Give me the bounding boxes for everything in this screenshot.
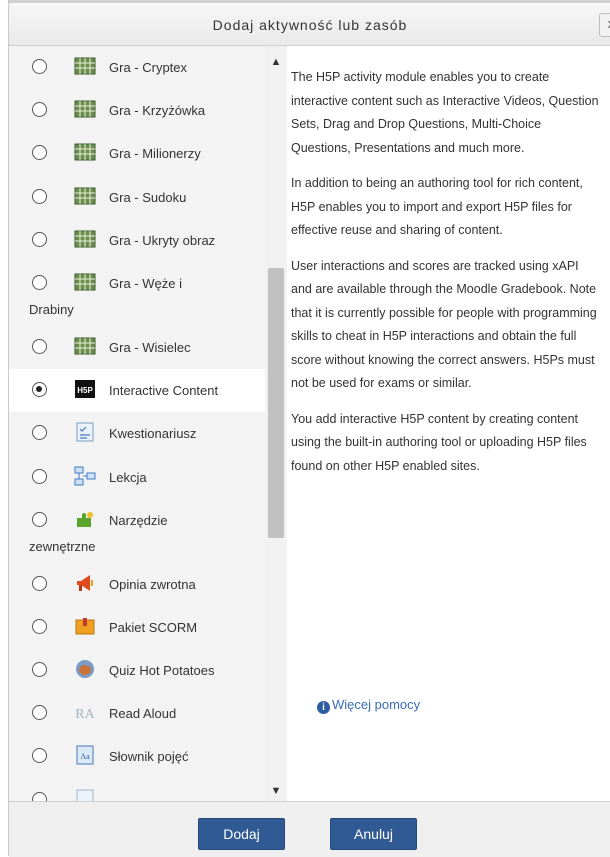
- description-paragraph: User interactions and scores are tracked…: [291, 258, 597, 391]
- radio-button[interactable]: [32, 102, 47, 118]
- list-item[interactable]: Gra - Sudoku: [9, 176, 265, 219]
- radio-button[interactable]: [32, 338, 47, 354]
- hot-potatoes-icon: [76, 660, 94, 679]
- activity-list: Gra - Cryptex Gra - Krzyżówka Gra - Mili…: [9, 46, 265, 801]
- list-item[interactable]: Gra - Ukryty obraz: [9, 219, 265, 262]
- glossary-icon: Aa: [76, 745, 94, 765]
- add-activity-dialog: Dodaj aktywność lub zasób x Gra - Crypte…: [8, 0, 610, 857]
- add-button[interactable]: Dodaj: [198, 818, 285, 850]
- activity-description: The H5P activity module enables you to c…: [291, 66, 601, 490]
- info-icon: i: [317, 701, 330, 714]
- list-item-selected[interactable]: H5P Interactive Content: [9, 369, 265, 413]
- list-item-label: Gra - Sudoku: [109, 189, 187, 205]
- list-item[interactable]: Gra - Krzyżówka: [9, 89, 265, 132]
- h5p-icon: H5P: [75, 380, 95, 399]
- list-item[interactable]: Gra - Cryptex: [9, 46, 265, 89]
- radio-button[interactable]: [32, 145, 47, 161]
- puzzle-icon: [77, 511, 93, 527]
- dialog-footer: Dodaj Anuluj: [9, 801, 610, 857]
- game-grid-icon: [74, 230, 96, 248]
- list-item-label: Gra - Węże i: [109, 275, 182, 291]
- list-item[interactable]: RA Read Aloud: [9, 692, 265, 735]
- megaphone-icon: [77, 574, 93, 591]
- list-item[interactable]: Aa Słownik pojęć: [9, 735, 265, 778]
- scorm-package-icon: [75, 617, 95, 635]
- list-item[interactable]: Gra - Milionerzy: [9, 132, 265, 175]
- scroll-up-icon[interactable]: ▲: [270, 56, 282, 68]
- radio-button[interactable]: [32, 662, 47, 678]
- close-button[interactable]: x: [599, 13, 610, 37]
- list-item-label: Opinia zwrotna: [109, 576, 196, 592]
- list-item-label: Gra - Krzyżówka: [109, 103, 206, 119]
- list-item-label: Gra - Cryptex: [109, 60, 188, 75]
- radio-button[interactable]: [32, 274, 47, 290]
- list-item-label: Narzędzie: [109, 512, 168, 528]
- dialog-titlebar: Dodaj aktywność lub zasób x: [9, 0, 610, 46]
- list-item-label: Lekcja: [109, 469, 147, 485]
- description-paragraph: In addition to being an authoring tool f…: [291, 176, 583, 237]
- game-grid-icon: [74, 273, 96, 291]
- radio-button[interactable]: [32, 748, 47, 764]
- list-item-label: Pakiet SCORM: [109, 619, 198, 635]
- list-item-label: Kwestionariusz: [109, 426, 197, 442]
- radio-button[interactable]: [32, 575, 47, 591]
- list-item-label: Quiz Hot Potatoes: [109, 663, 215, 679]
- list-item[interactable]: Narzędzie zewnętrzne: [9, 499, 265, 563]
- cancel-button[interactable]: Anuluj: [330, 818, 417, 850]
- list-item-label: Słownik pojęć: [109, 749, 189, 765]
- radio-button[interactable]: [32, 188, 47, 204]
- list-item[interactable]: Kwestionariusz: [9, 412, 265, 455]
- list-item[interactable]: Lekcja: [9, 456, 265, 499]
- read-aloud-icon: RA: [75, 707, 95, 722]
- list-item[interactable]: Quiz Hot Potatoes: [9, 649, 265, 692]
- radio-button[interactable]: [32, 231, 47, 247]
- radio-button[interactable]: [32, 468, 47, 484]
- more-help-link[interactable]: i Więcej pomocy: [317, 697, 420, 714]
- list-scrollbar[interactable]: ▲ ▼: [265, 46, 287, 801]
- game-grid-icon: [74, 187, 96, 205]
- list-item[interactable]: Gra - Wisielec: [9, 326, 265, 369]
- game-grid-icon: [74, 337, 96, 355]
- svg-text:Aa: Aa: [80, 752, 90, 761]
- partial-icon: [76, 789, 94, 801]
- description-paragraph: The H5P activity module enables you to c…: [291, 70, 599, 155]
- list-item-label: Gra - Wisielec: [109, 339, 191, 355]
- svg-text:RA: RA: [75, 707, 95, 722]
- radio-button[interactable]: [32, 59, 47, 74]
- more-help-label[interactable]: Więcej pomocy: [332, 697, 420, 712]
- list-item-label: Gra - Milionerzy: [109, 146, 201, 162]
- list-item[interactable]: Gra - Węże i Drabiny: [9, 262, 265, 326]
- lesson-icon: [74, 466, 96, 485]
- dialog-title: Dodaj aktywność lub zasób: [212, 17, 408, 33]
- list-item-label: Read Aloud: [109, 706, 177, 722]
- list-item-label-continued: Drabiny: [29, 301, 74, 317]
- radio-button[interactable]: [32, 511, 47, 527]
- radio-button[interactable]: [32, 425, 47, 441]
- questionnaire-icon: [76, 422, 94, 442]
- game-grid-icon: [74, 57, 96, 75]
- list-item-label: Gra - Ukryty obraz: [109, 232, 216, 248]
- game-grid-icon: [74, 100, 96, 118]
- list-item-partial[interactable]: [9, 779, 265, 801]
- radio-button[interactable]: [32, 705, 47, 721]
- description-paragraph: You add interactive H5P content by creat…: [291, 411, 587, 473]
- radio-button-checked[interactable]: [32, 382, 47, 398]
- scrollbar-thumb[interactable]: [268, 268, 284, 538]
- list-item-label-continued: zewnętrzne: [29, 538, 96, 554]
- list-item-label: Interactive Content: [109, 383, 219, 399]
- list-item[interactable]: Opinia zwrotna: [9, 563, 265, 606]
- radio-button[interactable]: [32, 791, 47, 801]
- scroll-down-icon[interactable]: ▼: [270, 785, 282, 797]
- list-item[interactable]: Pakiet SCORM: [9, 606, 265, 649]
- radio-button[interactable]: [32, 618, 47, 634]
- game-grid-icon: [74, 143, 96, 161]
- svg-text:H5P: H5P: [77, 386, 93, 395]
